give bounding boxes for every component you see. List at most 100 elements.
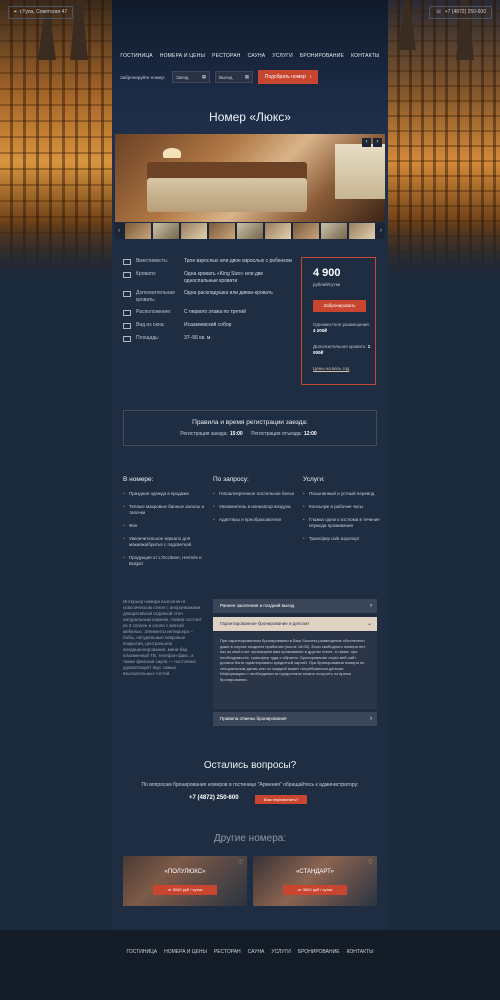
nav-item-sauna[interactable]: САУНА	[248, 53, 266, 59]
thumbnail[interactable]	[321, 223, 347, 239]
room-card-standard[interactable]: ♡ «СТАНДАРТ» от 3600 руб / сутки	[253, 856, 377, 906]
spec-value: С первого этажа по третий	[184, 309, 246, 315]
nav-item-contacts[interactable]: КОНТАКТЫ	[351, 53, 380, 59]
spec-value: Трое взрослых или двое взрослых с ребенк…	[184, 258, 292, 264]
gallery-next-icon[interactable]: ›	[373, 138, 382, 147]
chevron-down-icon: ⌄	[366, 621, 372, 627]
footer-nav-contacts[interactable]: КОНТАКТЫ	[347, 949, 374, 955]
callback-button[interactable]: Вам перезвонить?	[255, 795, 307, 804]
footer-nav: ГОСТИНИЦА НОМЕРА И ЦЕНЫ РЕСТОРАН САУНА У…	[0, 949, 500, 955]
window-icon	[123, 323, 131, 329]
nav-item-booking[interactable]: БРОНИРОВАНИЕ	[300, 53, 344, 59]
spec-name: Вид из окна:	[136, 322, 165, 328]
logo[interactable]	[210, 10, 290, 44]
book-button[interactable]: Забронировать	[313, 300, 366, 312]
spec-row: Дополнительная кровать: Одна раскладушка …	[123, 290, 293, 303]
nav-item-restaurant[interactable]: РЕСТОРАН	[212, 53, 240, 59]
bed-icon	[123, 272, 131, 278]
section-heading: Услуги:	[303, 476, 325, 483]
calendar-icon: ▦	[244, 74, 250, 79]
spec-name: Площадь:	[136, 335, 160, 341]
page-title: Номер «Люкс»	[209, 110, 291, 124]
accordion-cancellation[interactable]: Правила отмены бронирования ›	[213, 712, 377, 726]
checkin-label: Регистрация заезда:	[180, 431, 228, 437]
checkout-label: Регистрация отъезда:	[251, 431, 302, 437]
accordion-label: Гарантированное бронирование и депозит	[220, 621, 310, 626]
gallery-lamp	[163, 148, 181, 158]
spec-name: Расположение:	[136, 309, 172, 315]
thumbnail[interactable]	[125, 223, 151, 239]
list-item: Увлажнитель и ионизатор воздуха	[213, 504, 295, 510]
heart-icon[interactable]: ♡	[368, 859, 373, 866]
room-gallery[interactable]: ‹ ›	[115, 134, 385, 222]
footer-nav-rooms[interactable]: НОМЕРА И ЦЕНЫ	[164, 949, 207, 955]
room-card-price-button[interactable]: от 3600 руб / сутки	[283, 885, 347, 895]
location-badge[interactable]: ⌖ г.Тула, Советская 47	[8, 6, 74, 19]
thumbnail[interactable]	[181, 223, 207, 239]
chevron-right-icon[interactable]: ›	[377, 223, 385, 239]
room-card-junior-suite[interactable]: ♡ «ПОЛУЛЮКС» от 5000 руб / сутки	[123, 856, 247, 906]
area-icon	[123, 336, 131, 342]
amenities-services: Услуги: Пасынанный и устный перевод Конс…	[303, 476, 385, 549]
map-pin-icon: ⌖	[14, 9, 17, 15]
thumbnail[interactable]	[209, 223, 235, 239]
floor-icon	[123, 310, 131, 316]
heart-icon[interactable]: ♡	[238, 859, 243, 866]
single-price: Одноместное размещение: 4 200₽	[313, 322, 371, 334]
accordion-label: Правила отмены бронирования	[220, 716, 287, 721]
yearly-prices-link[interactable]: Цены на весь год	[313, 366, 349, 371]
find-room-button[interactable]: Подобрать номер ›	[258, 70, 319, 84]
spec-value: Исаакиевский собор	[184, 322, 232, 328]
spec-name: Кровати:	[136, 271, 157, 277]
booking-bar: Забронируйте номер: Заезд ▦ Выезд ▦ Подо…	[120, 70, 319, 84]
nav-item-rooms[interactable]: НОМЕРА И ЦЕНЫ	[160, 53, 205, 59]
thumbnail[interactable]	[265, 223, 291, 239]
other-rooms-title: Другие номера:	[213, 833, 287, 844]
thumbnail[interactable]	[293, 223, 319, 239]
footer-nav-restaurant[interactable]: РЕСТОРАН	[214, 949, 241, 955]
price-box: 4 900 рублей/сутки Забронировать Одномес…	[301, 257, 376, 385]
chevron-right-icon: ›	[370, 716, 372, 722]
section-heading: По запросу:	[213, 476, 249, 483]
location-text: г.Тула, Советская 47	[19, 9, 68, 15]
extra-bed-label: Дополнительная кровать:	[313, 344, 367, 349]
room-card-name: «СТАНДАРТ»	[296, 869, 334, 875]
spec-row: Вместимость: Трое взрослых или двое взрос…	[123, 258, 293, 265]
room-specs: Вместимость: Трое взрослых или двое взрос…	[123, 258, 293, 348]
list-item: Продукция от L'Occitane, Hermès и Bulgar…	[123, 555, 205, 567]
footer-nav-hotel[interactable]: ГОСТИНИЦА	[126, 949, 157, 955]
accordion-guaranteed-booking[interactable]: Гарантированное бронирование и депозит ⌄	[213, 617, 377, 631]
room-card-name: «ПОЛУЛЮКС»	[164, 869, 206, 875]
room-description: Интерьер номера выполнен в классическом …	[123, 599, 202, 676]
find-room-label: Подобрать номер	[264, 74, 306, 80]
spec-row: Площадь: 37–56 кв. м.	[123, 335, 293, 342]
accordion-body: При гарантированном бронировании в Ваш S…	[213, 632, 377, 709]
phone-text: +7 (4872) 250-600	[444, 9, 486, 15]
thumbnail[interactable]	[237, 223, 263, 239]
thumbnail[interactable]	[153, 223, 179, 239]
price-unit: рублей/сутки	[313, 282, 341, 287]
single-price-value: 4 200₽	[313, 328, 328, 333]
thumbnail[interactable]	[349, 223, 375, 239]
list-item: Глажка одного костюма в течение периода …	[303, 517, 385, 529]
footer-nav-booking[interactable]: БРОНИРОВАНИЕ	[298, 949, 340, 955]
list-item: Пасынанный и устный перевод	[303, 491, 385, 497]
gallery-prev-icon[interactable]: ‹	[362, 138, 371, 147]
chevron-left-icon[interactable]: ‹	[115, 223, 123, 239]
checkout-placeholder: Выезд	[219, 74, 233, 80]
phone-badge[interactable]: ☏ +7 (4872) 250-600	[429, 6, 492, 19]
list-item: Фен	[123, 523, 205, 529]
nav-item-services[interactable]: УСЛУГИ	[272, 53, 293, 59]
logo-mark	[210, 10, 290, 44]
room-card-price-button[interactable]: от 5000 руб / сутки	[153, 885, 217, 895]
footer-nav-services[interactable]: УСЛУГИ	[271, 949, 290, 955]
accordion-early-checkin[interactable]: Раннее заселение и поздний выезд ›	[213, 599, 377, 613]
chevron-right-icon: ›	[309, 74, 312, 80]
footer-nav-sauna[interactable]: САУНА	[248, 949, 265, 955]
checkout-field[interactable]: Выезд ▦	[215, 71, 254, 83]
checkin-rules: Правила и время регистрации заезда: Реги…	[123, 410, 377, 446]
checkin-field[interactable]: Заезд ▦	[172, 71, 211, 83]
questions-phone[interactable]: +7 (4872) 250-600	[189, 795, 239, 801]
nav-item-hotel[interactable]: ГОСТИНИЦА	[120, 53, 152, 59]
main-nav: ГОСТИНИЦА НОМЕРА И ЦЕНЫ РЕСТОРАН САУНА У…	[0, 53, 500, 59]
